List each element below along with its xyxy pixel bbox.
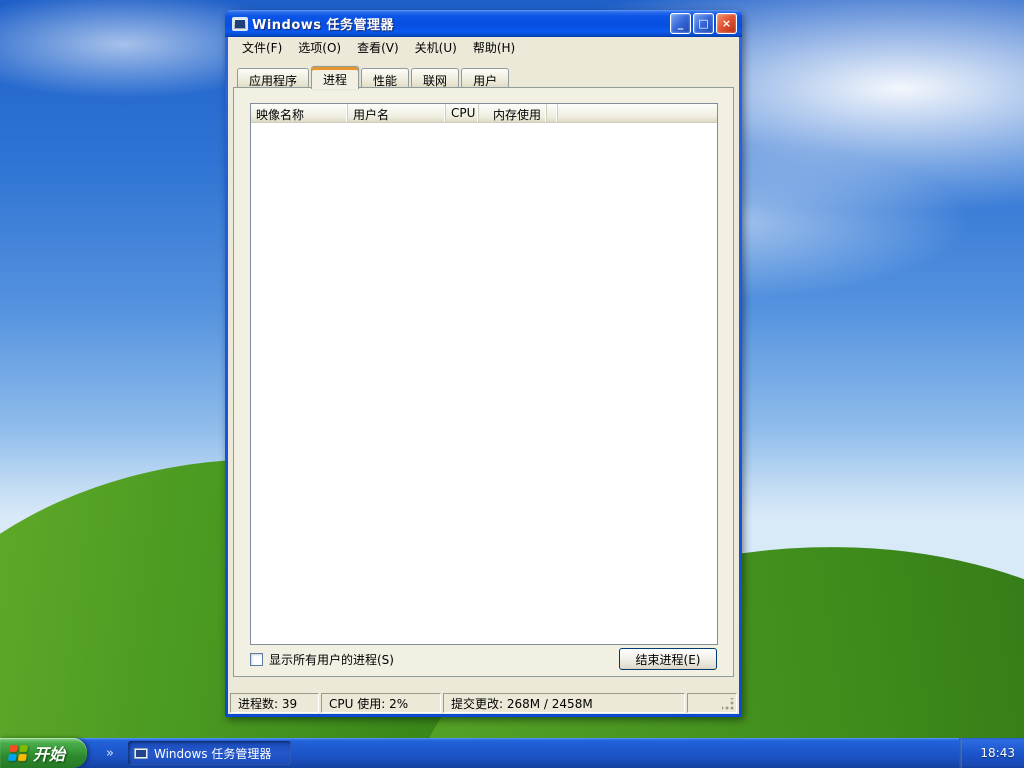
checkbox-box[interactable] <box>250 653 263 666</box>
tab-performance[interactable]: 性能 <box>361 68 409 88</box>
quick-launch-more-chevron[interactable]: » <box>106 746 114 761</box>
tab-networking[interactable]: 联网 <box>411 68 459 88</box>
start-button-label: 开始 <box>33 741 65 765</box>
tab-processes[interactable]: 进程 <box>311 66 359 89</box>
close-button[interactable]: × <box>716 13 737 34</box>
window-title: Windows 任务管理器 <box>252 14 670 33</box>
column-header-cpu[interactable]: CPU <box>446 104 479 122</box>
menu-file[interactable]: 文件(F) <box>234 37 290 58</box>
menu-shutdown[interactable]: 关机(U) <box>407 37 465 58</box>
taskbar-task-button[interactable]: Windows 任务管理器 <box>128 741 291 765</box>
resize-grip[interactable] <box>722 698 735 711</box>
menu-view[interactable]: 查看(V) <box>349 37 407 58</box>
status-commit-charge: 提交更改: 268M / 2458M <box>443 693 685 713</box>
process-list[interactable]: 映像名称用户名CPU内存使用 <box>250 103 718 645</box>
process-list-header: 映像名称用户名CPU内存使用 <box>251 104 717 123</box>
processes-tab-panel: 映像名称用户名CPU内存使用 显示所有用户的进程(S) 结束进程(E) <box>233 87 734 677</box>
menu-options[interactable]: 选项(O) <box>290 37 349 58</box>
show-all-users-checkbox[interactable]: 显示所有用户的进程(S) <box>250 651 394 668</box>
column-header-filler <box>547 104 558 122</box>
taskbar-clock[interactable]: 18:43 <box>980 746 1015 760</box>
window-titlebar[interactable]: Windows 任务管理器 _ □ × <box>225 10 742 37</box>
checkbox-label: 显示所有用户的进程(S) <box>269 651 394 668</box>
system-tray: 18:43 <box>959 738 1024 768</box>
taskbar: 开始 » Windows 任务管理器 18:43 <box>0 738 1024 768</box>
tab-users[interactable]: 用户 <box>461 68 509 88</box>
task-manager-icon <box>134 748 148 759</box>
column-header-mem-usage[interactable]: 内存使用 <box>479 104 547 122</box>
end-process-button[interactable]: 结束进程(E) <box>619 648 717 670</box>
tab-strip: 应用程序进程性能联网用户 <box>237 66 511 88</box>
desktop: Windows 任务管理器 _ □ × 文件(F)选项(O)查看(V)关机(U)… <box>0 0 1024 738</box>
maximize-button[interactable]: □ <box>693 13 714 34</box>
column-header-image-name[interactable]: 映像名称 <box>251 104 348 122</box>
menu-bar: 文件(F)选项(O)查看(V)关机(U)帮助(H) <box>228 37 739 58</box>
task-manager-window: Windows 任务管理器 _ □ × 文件(F)选项(O)查看(V)关机(U)… <box>225 10 742 717</box>
task-button-label: Windows 任务管理器 <box>154 745 271 762</box>
status-bar: 进程数: 39 CPU 使用: 2% 提交更改: 268M / 2458M <box>228 691 739 714</box>
quick-launch: » <box>99 746 114 761</box>
start-button[interactable]: 开始 <box>0 738 87 768</box>
minimize-button[interactable]: _ <box>670 13 691 34</box>
menu-help[interactable]: 帮助(H) <box>465 37 523 58</box>
status-process-count: 进程数: 39 <box>230 693 319 713</box>
window-client-area: 文件(F)选项(O)查看(V)关机(U)帮助(H) 应用程序进程性能联网用户 映… <box>228 37 739 714</box>
tab-applications[interactable]: 应用程序 <box>237 68 309 88</box>
column-header-user-name[interactable]: 用户名 <box>348 104 446 122</box>
task-manager-icon <box>232 17 248 31</box>
status-cpu-usage: CPU 使用: 2% <box>321 693 441 713</box>
status-filler <box>687 693 737 713</box>
windows-flag-icon <box>8 745 28 761</box>
